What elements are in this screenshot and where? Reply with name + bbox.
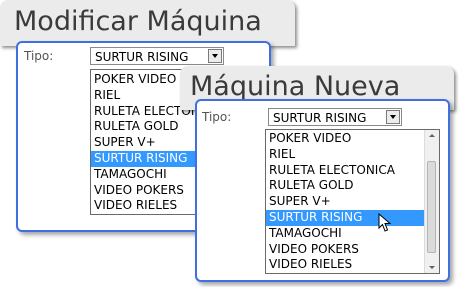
back-dropdown-arrow-icon[interactable] [208, 49, 222, 63]
front-option-item[interactable]: RULETA GOLD [266, 178, 439, 194]
front-select-value: SURTUR RISING [273, 111, 367, 125]
front-dialog-title: Máquina Nueva [190, 71, 401, 102]
back-tipo-label: Tipo: [24, 49, 54, 63]
front-scrollbar[interactable] [424, 130, 439, 273]
front-scroll-up-icon[interactable] [429, 134, 435, 137]
front-tipo-select[interactable]: SURTUR RISING [268, 108, 402, 126]
front-dropdown-arrow-icon[interactable] [386, 110, 400, 124]
front-option-item[interactable]: RIEL [266, 147, 439, 163]
front-option-item[interactable]: VIDEO POKERS [266, 242, 439, 258]
front-option-item-selected[interactable]: SURTUR RISING [266, 209, 439, 226]
front-scroll-thumb[interactable] [427, 161, 436, 253]
back-tipo-select[interactable]: SURTUR RISING [90, 47, 224, 65]
front-option-item[interactable]: TAMAGOCHI [266, 226, 439, 242]
front-option-item[interactable]: RULETA ELECTONICA [266, 163, 439, 179]
front-mouse-pointer-icon [378, 213, 392, 232]
back-dialog-title: Modificar Máquina [14, 6, 262, 37]
front-option-item[interactable]: POKER VIDEO [266, 131, 439, 147]
back-dialog-title-tab: Modificar Máquina [0, 0, 295, 46]
front-dialog-panel: Tipo: SURTUR RISING POKER VIDEO RIEL RUL… [195, 99, 450, 282]
front-option-item[interactable]: SUPER V+ [266, 194, 439, 210]
back-select-value: SURTUR RISING [95, 50, 189, 64]
front-option-item[interactable]: VIDEO RIELES [266, 257, 439, 273]
front-tipo-label: Tipo: [202, 110, 232, 124]
front-scroll-down-icon[interactable] [429, 266, 435, 269]
front-options-list[interactable]: POKER VIDEO RIEL RULETA ELECTONICA RULET… [265, 129, 440, 274]
